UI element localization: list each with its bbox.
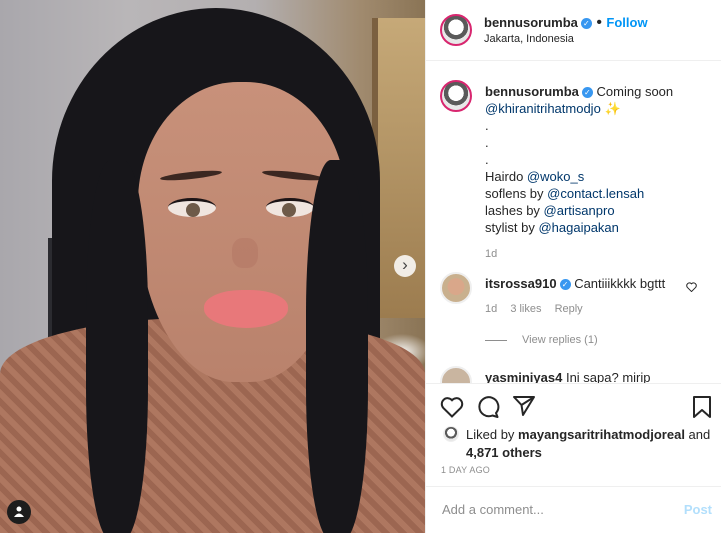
- verified-icon: ✓: [580, 18, 592, 29]
- left-eye: [168, 198, 216, 217]
- bookmark-icon[interactable]: [692, 395, 712, 419]
- soflens-label: soflens by: [485, 186, 548, 201]
- caption-dot: .: [485, 118, 489, 133]
- add-comment-bar: Post: [426, 486, 721, 534]
- verified-icon: ✓: [581, 87, 593, 98]
- hair-left-strand: [86, 160, 148, 533]
- caption-author-avatar[interactable]: [440, 80, 472, 112]
- caption: bennusorumba ✓ Coming soon @khiranitrihat…: [485, 83, 710, 263]
- comment-icon[interactable]: [476, 396, 500, 418]
- post-timestamp[interactable]: 1 DAY AGO: [441, 465, 490, 475]
- comment-text: Ini sapa? mirip: [565, 370, 651, 383]
- lashes-label: lashes by: [485, 203, 544, 218]
- post-header: bennusorumba ✓ • Follow Jakarta, Indonesi…: [426, 0, 721, 61]
- chevron-right-icon: ›: [402, 255, 408, 274]
- liker-username[interactable]: mayangsaritrihatmodjoreal: [518, 427, 685, 442]
- comment-meta: 1d 3 likes Reply: [485, 303, 583, 315]
- share-icon[interactable]: [512, 395, 536, 417]
- right-eye: [266, 198, 314, 217]
- heart-icon[interactable]: [440, 396, 464, 418]
- post-location[interactable]: Jakarta, Indonesia: [484, 33, 574, 45]
- liker-avatar[interactable]: [443, 426, 459, 442]
- user-tag-button[interactable]: [7, 500, 31, 524]
- comment-input[interactable]: [440, 501, 674, 518]
- verified-icon: ✓: [559, 279, 571, 290]
- caption-dot: .: [485, 152, 489, 167]
- sparkles-emoji: ✨: [604, 101, 621, 116]
- comment-heart-icon[interactable]: [686, 282, 697, 292]
- hair-right-strand: [306, 160, 368, 533]
- view-replies-button[interactable]: View replies (1): [522, 334, 598, 346]
- comment: itsrossa910 ✓ Cantiiikkkk bgttt: [485, 276, 665, 291]
- stylist-mention[interactable]: @hagaipakan: [538, 220, 618, 235]
- next-photo-button[interactable]: ›: [394, 255, 416, 277]
- post-comment-button[interactable]: Post: [684, 502, 712, 517]
- caption-mention[interactable]: @khiranitrihatmodjo: [485, 101, 601, 116]
- separator-dot: •: [596, 14, 602, 31]
- post-actions: Liked by mayangsaritrihatmodjoreal and 4…: [426, 383, 721, 487]
- author-avatar[interactable]: [440, 14, 472, 46]
- caption-text: Coming soon: [596, 84, 674, 99]
- post-photo[interactable]: ›: [0, 0, 425, 533]
- soflens-mention[interactable]: @contact.lensah: [547, 186, 644, 201]
- caption-dot: .: [485, 135, 489, 150]
- comment-username[interactable]: itsrossa910: [485, 276, 557, 291]
- lips: [204, 290, 288, 328]
- stylist-label: stylist by: [485, 220, 539, 235]
- comment-likes[interactable]: 3 likes: [510, 303, 541, 315]
- commenter-avatar[interactable]: [440, 272, 472, 304]
- author-username[interactable]: bennusorumba: [484, 15, 578, 30]
- hairdo-label: Hairdo: [485, 169, 527, 184]
- comment: yasminiyas4 Ini sapa? mirip: [426, 360, 721, 383]
- post-details-panel: bennusorumba ✓ • Follow Jakarta, Indonesi…: [425, 0, 721, 533]
- likes-and: and: [684, 427, 711, 442]
- reply-button[interactable]: Reply: [555, 303, 583, 315]
- follow-button[interactable]: Follow: [606, 15, 647, 30]
- caption-time[interactable]: 1d: [485, 246, 710, 263]
- hairdo-mention[interactable]: @woko_s: [527, 169, 584, 184]
- caption-author[interactable]: bennusorumba: [485, 84, 579, 99]
- likes-count[interactable]: 4,871 others: [466, 445, 542, 460]
- commenter-avatar[interactable]: [440, 366, 472, 383]
- likes-summary: Liked by mayangsaritrihatmodjoreal and 4…: [466, 426, 716, 462]
- liked-by-label: Liked by: [466, 427, 519, 442]
- nose: [232, 238, 258, 268]
- comment-time[interactable]: 1d: [485, 303, 497, 315]
- replies-divider: [485, 340, 507, 341]
- lashes-mention[interactable]: @artisanpro: [544, 203, 615, 218]
- user-tag-icon: [14, 506, 24, 517]
- comment-text: Cantiiikkkk bgttt: [574, 276, 666, 291]
- comment-username[interactable]: yasminiyas4: [485, 370, 562, 383]
